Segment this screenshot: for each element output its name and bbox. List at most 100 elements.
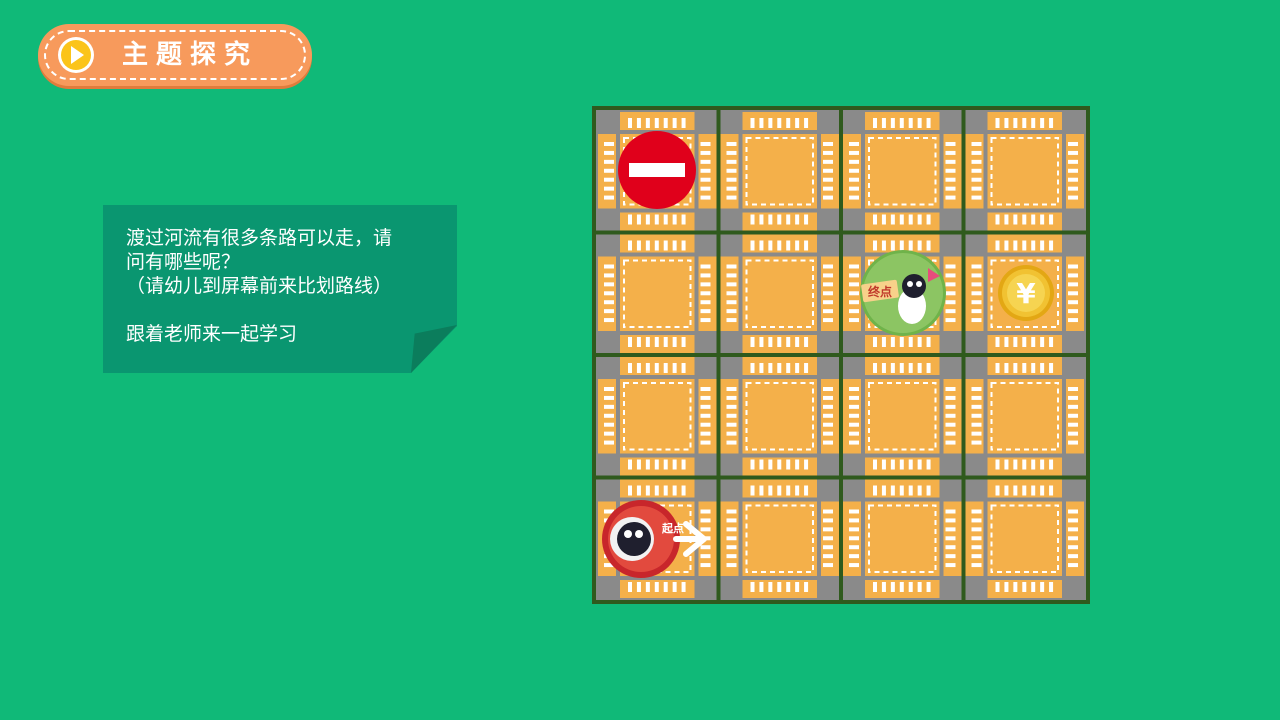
crosswalk-stripe (1022, 363, 1027, 373)
crosswalk-stripe (1068, 282, 1078, 287)
crosswalk-stripe (945, 404, 956, 409)
crosswalk-stripe (849, 387, 859, 391)
crosswalk-stripe (786, 118, 791, 128)
crosswalk-stripe (1068, 273, 1078, 278)
crosswalk-stripe (636, 582, 641, 592)
crosswalk-stripe (1022, 214, 1027, 225)
crosswalk-stripe (726, 554, 737, 559)
crosswalk-stripe (672, 485, 677, 496)
crosswalk-stripe (1022, 118, 1027, 128)
maze-board[interactable]: 终点 ¥ 起点 (592, 106, 1090, 604)
crosswalk-stripe (971, 404, 982, 409)
crosswalk-stripe (1068, 518, 1078, 523)
crosswalk-stripe (873, 485, 877, 496)
crosswalk-stripe (636, 337, 641, 347)
crosswalk-stripe (726, 282, 737, 287)
crosswalk-stripe (1068, 264, 1078, 269)
crosswalk-stripe (654, 337, 659, 347)
crosswalk-stripe (1013, 337, 1018, 347)
crosswalk-stripe (663, 459, 668, 470)
crosswalk-stripe (681, 214, 686, 225)
crosswalk-stripe (849, 264, 859, 269)
crosswalk-stripe (636, 214, 641, 225)
crosswalk-stripe (890, 337, 895, 347)
play-icon[interactable] (58, 37, 94, 73)
crosswalk-stripe (849, 291, 859, 296)
crosswalk-stripe (768, 363, 773, 373)
crosswalk-stripe (1031, 582, 1036, 592)
crosswalk-stripe (681, 485, 686, 496)
coin-symbol: ¥ (1016, 277, 1036, 310)
city-block (620, 379, 695, 454)
crosswalk-stripe (604, 168, 614, 173)
crosswalk-stripe (1068, 413, 1078, 418)
end-point-marker[interactable]: 终点 (860, 250, 946, 336)
crosswalk-stripe (1068, 142, 1078, 146)
crosswalk-stripe (645, 337, 650, 347)
crosswalk-stripe (786, 582, 791, 592)
crosswalk-stripe (700, 518, 711, 523)
crosswalk-stripe (681, 240, 686, 251)
crosswalk-stripe (945, 518, 956, 523)
crosswalk-stripe (995, 337, 1000, 347)
crosswalk-stripe (971, 509, 982, 514)
crosswalk-stripe (823, 509, 833, 514)
crosswalk-stripe (995, 582, 1000, 592)
crosswalk-stripe (881, 240, 886, 251)
question-text: 渡过河流有很多条路可以走，请 问有哪些呢？ （请幼儿到屏幕前来比划路线） 跟着老… (126, 226, 446, 346)
crosswalk-stripe (945, 536, 956, 541)
crosswalk-stripe (995, 459, 1000, 470)
crosswalk-stripe (654, 214, 659, 225)
crosswalk-stripe (849, 413, 859, 418)
crosswalk-stripe (908, 363, 913, 373)
crosswalk-stripe (908, 214, 913, 225)
crosswalk-stripe (917, 582, 922, 592)
crosswalk-stripe (823, 387, 833, 391)
crosswalk-stripe (849, 422, 859, 427)
crosswalk-stripe (804, 337, 809, 347)
crosswalk-stripe (604, 309, 614, 314)
crosswalk-stripe (917, 459, 922, 470)
crosswalk-stripe (726, 168, 737, 173)
city-block (742, 256, 817, 331)
crosswalk-stripe (604, 195, 614, 200)
city-block (987, 134, 1062, 209)
crosswalk-stripe (768, 214, 773, 225)
crosswalk-stripe (1068, 440, 1078, 445)
crosswalk-stripe (971, 168, 982, 173)
no-entry-icon[interactable] (618, 131, 696, 209)
crosswalk-stripe (786, 337, 791, 347)
crosswalk-stripe (1031, 214, 1036, 225)
crosswalk-stripe (681, 582, 686, 592)
crosswalk-stripe (823, 413, 833, 418)
crosswalk-stripe (945, 554, 956, 559)
title-badge[interactable]: 主题探究 (38, 24, 312, 86)
crosswalk-stripe (700, 545, 711, 550)
crosswalk-stripe (726, 142, 737, 146)
crosswalk-stripe (1022, 337, 1027, 347)
crosswalk-stripe (681, 363, 686, 373)
crosswalk-stripe (700, 195, 711, 200)
crosswalk-stripe (768, 459, 773, 470)
crosswalk-stripe (786, 240, 791, 251)
crosswalk-stripe (899, 582, 904, 592)
crosswalk-stripe (849, 404, 859, 409)
crosswalk-stripe (636, 118, 641, 128)
crosswalk-stripe (726, 186, 737, 191)
crosswalk-stripe (881, 582, 886, 592)
crosswalk-stripe (1068, 309, 1078, 314)
crosswalk-stripe (1068, 536, 1078, 541)
crosswalk-stripe (604, 291, 614, 296)
crosswalk-stripe (1068, 527, 1078, 532)
crosswalk-stripe (777, 485, 782, 496)
city-block (865, 501, 940, 576)
crosswalk-stripe (726, 264, 737, 269)
crosswalk-stripe (1049, 214, 1054, 225)
coin-icon[interactable]: ¥ (998, 265, 1054, 321)
crosswalk-stripe (873, 337, 877, 347)
crosswalk-stripe (604, 273, 614, 278)
crosswalk-stripe (1068, 395, 1078, 400)
crosswalk-stripe (726, 545, 737, 550)
crosswalk-stripe (1068, 300, 1078, 305)
crosswalk-stripe (971, 264, 982, 269)
